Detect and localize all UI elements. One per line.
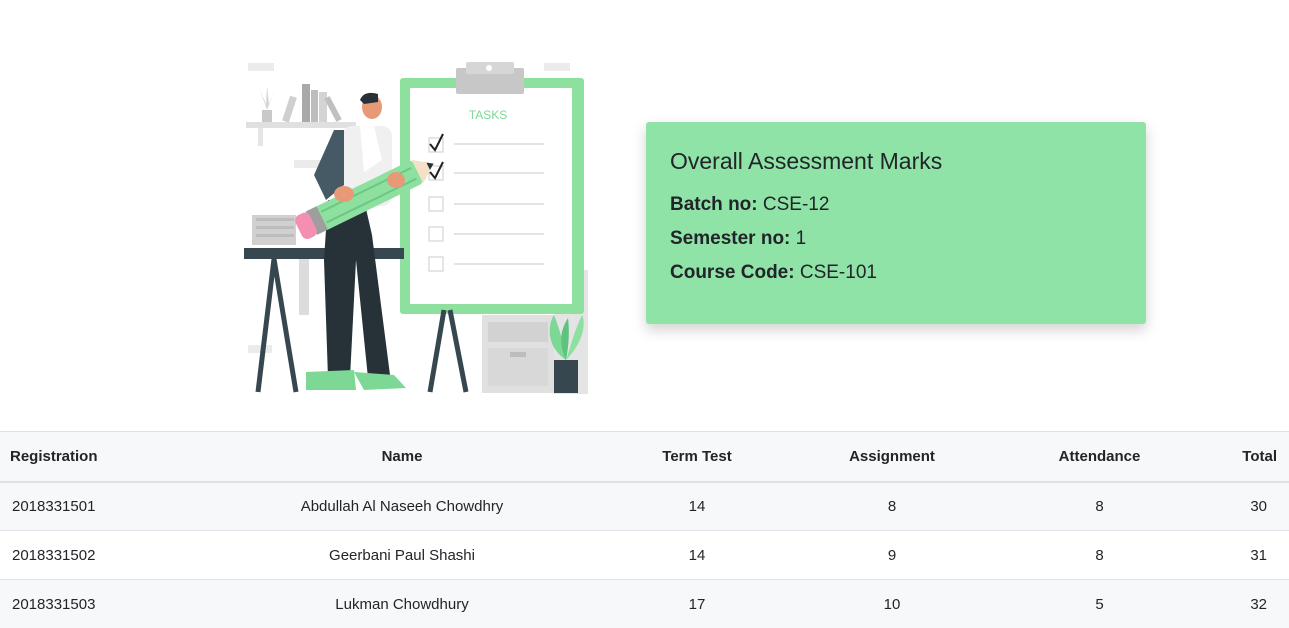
column-header-name: Name [381, 447, 423, 465]
card-title: Overall Assessment Marks [670, 148, 943, 174]
table-row: 2018331502 Geerbani Paul Shashi 14 9 8 3… [0, 530, 1289, 580]
semester-value: 1 [795, 228, 807, 249]
column-header-registration: Registration [10, 447, 98, 465]
cell-name: Abdullah Al Naseeh Chowdhry [300, 497, 504, 515]
cell-assignment: 9 [887, 546, 897, 564]
cell-registration: 2018331501 [12, 497, 96, 515]
cell-attendance: 8 [1095, 497, 1104, 515]
marks-table-body: 2018331501 Abdullah Al Naseeh Chowdhry 1… [0, 481, 1289, 628]
cell-registration: 2018331502 [12, 546, 96, 564]
cell-attendance: 8 [1095, 546, 1104, 564]
marks-table: Registration Name Term Test Assignment A… [0, 431, 1289, 628]
column-header-term-test: Term Test [662, 447, 732, 465]
cell-name: Lukman Chowdhury [335, 595, 469, 613]
cell-name: Geerbani Paul Shashi [329, 546, 475, 564]
course-value: CSE-101 [799, 262, 877, 283]
page: TASKS Overall Assessment Marks Batch no:… [0, 0, 1289, 628]
batch-value: CSE-12 [762, 194, 830, 215]
batch-label: Batch no: [670, 194, 758, 215]
assessment-info-card: Overall Assessment Marks Batch no: CSE-1… [646, 122, 1146, 324]
cell-assignment: 10 [883, 595, 901, 613]
column-header-total: Total [1242, 447, 1277, 465]
batch-line: Batch no: CSE-12 [670, 193, 1122, 217]
tasks-illustration: TASKS [244, 62, 588, 394]
course-label: Course Code: [670, 262, 795, 283]
column-header-assignment: Assignment [849, 447, 935, 465]
cell-total: 31 [1250, 546, 1267, 564]
marks-table-header: Registration Name Term Test Assignment A… [0, 431, 1289, 482]
cell-assignment: 8 [887, 497, 897, 515]
clipboard-label: TASKS [469, 108, 507, 122]
cell-term-test: 14 [688, 497, 706, 515]
cell-total: 30 [1250, 497, 1267, 515]
cell-total: 32 [1250, 595, 1267, 613]
header-row: Registration Name Term Test Assignment A… [0, 431, 1289, 482]
semester-label: Semester no: [670, 228, 791, 249]
course-line: Course Code: CSE-101 [670, 261, 1122, 285]
table-row: 2018331501 Abdullah Al Naseeh Chowdhry 1… [0, 481, 1289, 531]
cell-term-test: 17 [688, 595, 706, 613]
semester-line: Semester no: 1 [670, 227, 1122, 251]
cell-attendance: 5 [1095, 595, 1104, 613]
table-row: 2018331503 Lukman Chowdhury 17 10 5 32 [0, 579, 1289, 628]
column-header-attendance: Attendance [1058, 447, 1141, 465]
cell-term-test: 14 [688, 546, 706, 564]
cell-registration: 2018331503 [12, 595, 96, 613]
